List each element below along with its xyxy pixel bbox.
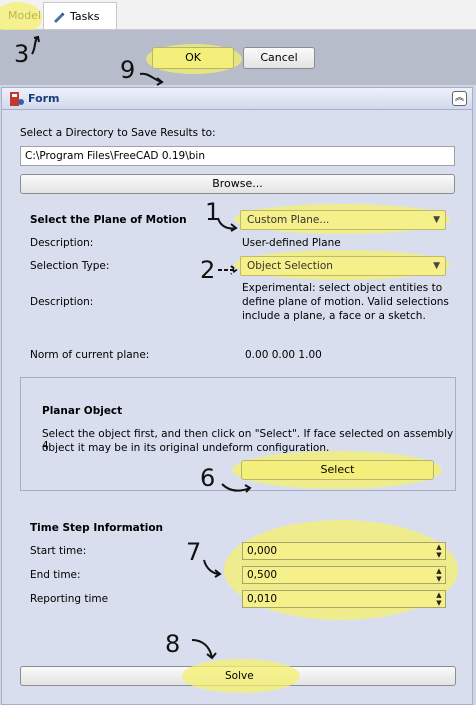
start-time-label: Start time:: [30, 545, 87, 557]
freecad-icon: [10, 92, 24, 106]
tab-model[interactable]: Model: [0, 2, 42, 29]
description2-line-2: define plane of motion. Valid selections: [242, 296, 449, 308]
panel-title: Form: [28, 92, 60, 105]
select-button[interactable]: Select: [241, 460, 434, 480]
spin-arrows-icon[interactable]: ▲ ▼: [434, 543, 444, 559]
tab-tasks-label: Tasks: [70, 10, 100, 23]
reporting-time-value: 0,010: [247, 593, 278, 605]
plane-combo-value: Custom Plane...: [247, 214, 330, 226]
tab-bar: Model Tasks: [0, 0, 476, 30]
reporting-time-field[interactable]: 0,010 ▲ ▼: [242, 590, 446, 608]
end-time-value: 0,500: [247, 569, 278, 581]
reporting-time-label: Reporting time: [30, 593, 109, 605]
planar-text-2: object it may be in its original undefor…: [42, 442, 330, 454]
directory-field[interactable]: C:\Program Files\FreeCAD 0.19\bin: [20, 146, 455, 166]
selection-type-label: Selection Type:: [30, 260, 110, 272]
annotation-9: 9: [120, 56, 136, 84]
annotation-2: 2: [200, 256, 216, 284]
browse-button[interactable]: Browse...: [20, 174, 455, 194]
annotation-8: 8: [165, 630, 181, 658]
arrow-icon: [139, 72, 164, 86]
description2-line-1: Experimental: select object entities to: [242, 282, 443, 294]
arrow-icon: [191, 639, 217, 660]
end-time-field[interactable]: 0,500 ▲ ▼: [242, 566, 446, 584]
chevron-up-icon[interactable]: ︽: [452, 91, 467, 106]
norm-label: Norm of current plane:: [30, 349, 150, 361]
arrow-icon: [221, 483, 252, 493]
annotation-3: 3: [14, 40, 30, 68]
norm-value: 0.00 0.00 1.00: [245, 349, 322, 361]
spin-arrows-icon[interactable]: ▲ ▼: [434, 567, 444, 583]
ok-button[interactable]: OK: [152, 47, 234, 69]
arrow-icon: [217, 217, 238, 232]
plane-combo[interactable]: Custom Plane... ▼: [240, 210, 446, 230]
form-panel: Form ︽ Select a Directory to Save Result…: [1, 87, 473, 705]
description-label: Description:: [30, 237, 94, 249]
spin-arrows-icon[interactable]: ▲ ▼: [434, 591, 444, 607]
solve-label: Solve: [225, 670, 254, 682]
dialog-button-area: [0, 30, 476, 85]
cancel-button[interactable]: Cancel: [243, 47, 315, 69]
annotation-6: 6: [200, 464, 216, 492]
chevron-down-icon: ▼: [433, 215, 440, 225]
pencil-icon: [54, 12, 65, 23]
panel-header: Form ︽: [2, 88, 472, 110]
arrow-icon: [203, 559, 222, 578]
timestep-heading: Time Step Information: [30, 522, 164, 534]
description2-label: Description:: [30, 296, 94, 308]
selection-type-value: Object Selection: [247, 260, 333, 272]
chevron-down-icon: ▼: [433, 261, 440, 271]
end-time-label: End time:: [30, 569, 81, 581]
description2-line-3: include a plane, a face or a sketch.: [242, 310, 426, 322]
tab-tasks[interactable]: Tasks: [43, 2, 117, 29]
planar-heading: Planar Object: [42, 405, 123, 417]
plane-heading: Select the Plane of Motion: [30, 214, 187, 226]
arrow-icon: [218, 265, 238, 275]
annotation-7: 7: [186, 538, 202, 566]
arrow-icon: [31, 35, 40, 55]
selection-type-combo[interactable]: Object Selection ▼: [240, 256, 446, 276]
planar-object-group: Planar Object Select the object first, a…: [20, 377, 456, 491]
directory-label: Select a Directory to Save Results to:: [20, 127, 216, 139]
start-time-value: 0,000: [247, 545, 278, 557]
start-time-field[interactable]: 0,000 ▲ ▼: [242, 542, 446, 560]
description-value: User-defined Plane: [242, 237, 341, 249]
